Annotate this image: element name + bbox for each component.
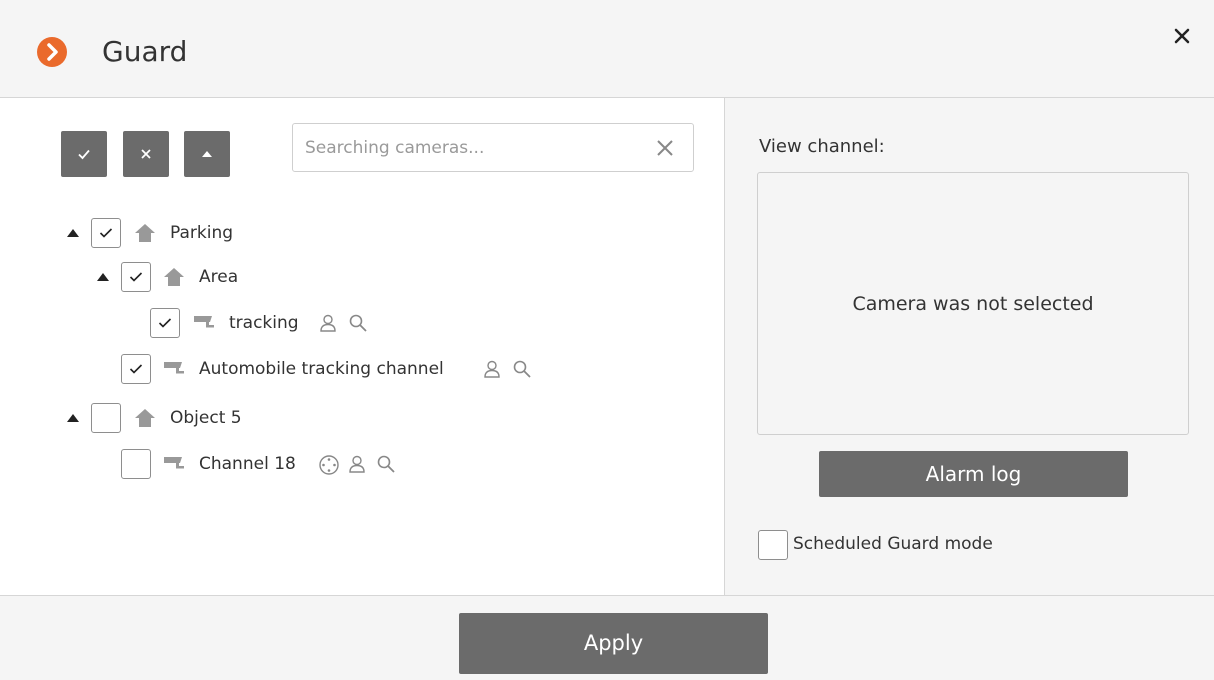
tree-item-automobile-tracking-channel[interactable]: Automobile tracking channel bbox=[0, 352, 700, 386]
preview-empty-text: Camera was not selected bbox=[852, 293, 1094, 315]
view-channel-label: View channel: bbox=[759, 136, 885, 157]
chevron-right-logo-icon bbox=[37, 37, 67, 67]
collapse-arrow-icon[interactable] bbox=[97, 273, 109, 281]
close-icon[interactable] bbox=[1168, 22, 1196, 50]
collapse-arrow-icon[interactable] bbox=[67, 229, 79, 237]
channel-preview: Camera was not selected bbox=[757, 172, 1189, 435]
uncheck-all-button[interactable] bbox=[123, 131, 169, 177]
tree-checkbox[interactable] bbox=[121, 262, 151, 292]
tree-item-parking[interactable]: Parking bbox=[0, 216, 700, 250]
tree-checkbox[interactable] bbox=[150, 308, 180, 338]
collapse-all-icon bbox=[202, 151, 212, 157]
camera-search-box bbox=[292, 123, 694, 172]
search-icon[interactable] bbox=[512, 359, 532, 379]
home-icon bbox=[135, 224, 155, 242]
tree-checkbox[interactable] bbox=[121, 449, 151, 479]
camera-icon bbox=[164, 362, 184, 374]
dialog-header: Guard bbox=[0, 0, 1214, 98]
collapse-arrow-icon[interactable] bbox=[67, 414, 79, 422]
person-icon[interactable] bbox=[318, 313, 338, 333]
check-all-button[interactable] bbox=[61, 131, 107, 177]
person-icon[interactable] bbox=[347, 454, 367, 474]
home-icon bbox=[164, 268, 184, 286]
tree-item-object-5[interactable]: Object 5 bbox=[0, 401, 700, 435]
scheduled-guard-label: Scheduled Guard mode bbox=[793, 534, 993, 554]
tree-checkbox[interactable] bbox=[91, 218, 121, 248]
uncheck-all-icon bbox=[141, 149, 151, 159]
person-icon[interactable] bbox=[482, 359, 502, 379]
dialog-title: Guard bbox=[102, 35, 188, 68]
tree-item-channel-18[interactable]: Channel 18 bbox=[0, 447, 700, 481]
tree-item-area[interactable]: Area bbox=[0, 260, 700, 294]
scheduled-guard-checkbox[interactable] bbox=[758, 530, 788, 560]
search-icon[interactable] bbox=[376, 454, 396, 474]
home-icon bbox=[135, 409, 155, 427]
clear-search-icon[interactable] bbox=[655, 138, 675, 158]
tree-item-label: Parking bbox=[170, 223, 234, 243]
panel-divider bbox=[724, 98, 725, 595]
dialog-footer: Apply bbox=[0, 595, 1214, 680]
search-icon[interactable] bbox=[348, 313, 368, 333]
camera-icon bbox=[164, 457, 184, 469]
tree-item-label: Object 5 bbox=[170, 408, 242, 428]
tree-item-label: Area bbox=[199, 267, 239, 287]
tree-item-tracking[interactable]: tracking bbox=[0, 306, 700, 340]
tree-checkbox[interactable] bbox=[121, 354, 151, 384]
tree-item-label: tracking bbox=[229, 313, 299, 333]
apply-button[interactable]: Apply bbox=[459, 613, 768, 674]
check-all-icon bbox=[78, 149, 90, 160]
tree-checkbox[interactable] bbox=[91, 403, 121, 433]
tree-item-label: Channel 18 bbox=[199, 454, 296, 474]
tree-item-label: Automobile tracking channel bbox=[199, 359, 444, 379]
ptz-icon[interactable] bbox=[318, 454, 340, 476]
collapse-all-button[interactable] bbox=[184, 131, 230, 177]
alarm-log-button[interactable]: Alarm log bbox=[819, 451, 1128, 497]
camera-icon bbox=[194, 316, 214, 328]
camera-search-input[interactable] bbox=[293, 124, 633, 171]
